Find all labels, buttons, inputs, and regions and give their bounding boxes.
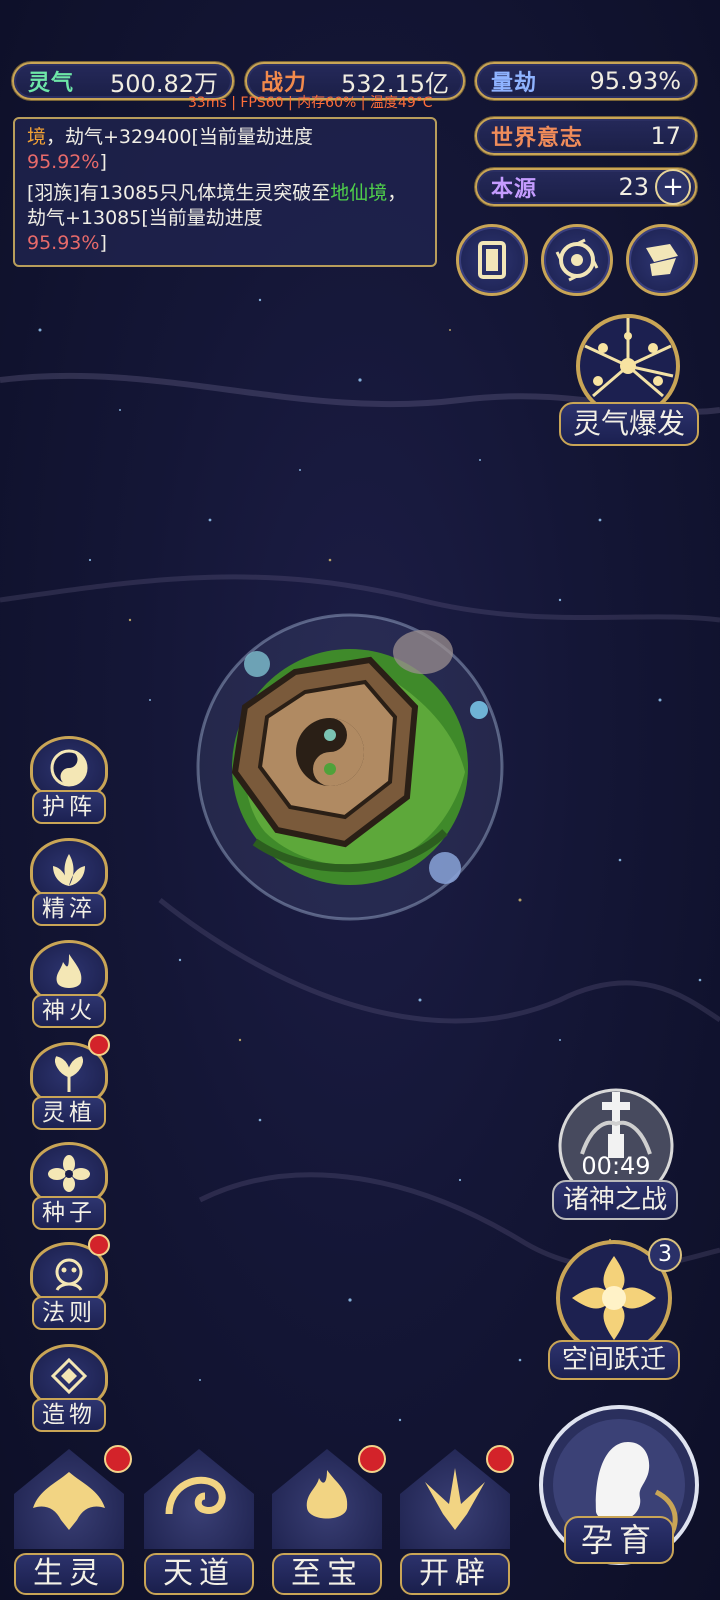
fps-overlay: 33ms | FPS60 | 内存60% | 温度49°C xyxy=(188,95,433,111)
bottom-label: 至宝 xyxy=(272,1553,382,1595)
portal-button[interactable] xyxy=(541,224,613,296)
burst-icon xyxy=(576,314,680,410)
notification-dot xyxy=(486,1445,514,1473)
shijie-pill[interactable]: 世界意志 17 xyxy=(475,117,697,155)
bottom-tian-dao[interactable]: 天道 xyxy=(140,1445,258,1595)
event-log: 境，劫气+329400[当前量劫进度 95.92%] [羽族]有13085只凡体… xyxy=(13,117,437,267)
menu-jing-cui[interactable]: 精淬 xyxy=(24,838,114,930)
lingqi-burst-label[interactable]: 灵气爆发 xyxy=(559,402,699,446)
liangjie-label: 量劫 xyxy=(491,71,538,96)
liangjie-value: 95.93% xyxy=(589,67,681,95)
battle-label: 诸神之战 xyxy=(552,1180,678,1220)
incubate-label: 孕育 xyxy=(564,1516,674,1564)
world-planet[interactable] xyxy=(195,612,505,922)
bottom-label: 生灵 xyxy=(14,1553,124,1595)
flag-button[interactable] xyxy=(626,224,698,296)
bottom-kai-pi[interactable]: 开辟 xyxy=(396,1445,514,1595)
add-benyuan-button[interactable]: + xyxy=(655,169,691,205)
leap-label: 空间跃迁 xyxy=(548,1340,680,1380)
menu-label: 种子 xyxy=(32,1196,106,1230)
battle-timer: 00:49 xyxy=(581,1152,651,1180)
notification-dot xyxy=(88,1234,110,1256)
notification-dot xyxy=(88,1034,110,1056)
portal-icon xyxy=(555,238,599,282)
leap-badge: 3 xyxy=(648,1238,682,1272)
log-entry: 境，劫气+329400[当前量劫进度 95.92%] xyxy=(27,126,313,173)
menu-fa-ze[interactable]: 法则 xyxy=(24,1234,114,1334)
notification-dot xyxy=(358,1445,386,1473)
bottom-zhi-bao[interactable]: 至宝 xyxy=(268,1445,386,1595)
menu-label: 法则 xyxy=(32,1296,106,1330)
shijie-label: 世界意志 xyxy=(491,126,584,151)
menu-label: 灵植 xyxy=(32,1096,106,1130)
incubate-button[interactable]: 孕育 xyxy=(536,1402,702,1568)
bottom-label: 天道 xyxy=(144,1553,254,1595)
menu-hu-zhen[interactable]: 护阵 xyxy=(24,736,114,828)
menu-label: 护阵 xyxy=(32,790,106,824)
benyuan-value: 23 xyxy=(618,173,649,201)
menu-zhong-zi[interactable]: 种子 xyxy=(24,1142,114,1234)
log-entry: [羽族]有13085只凡体境生灵突破至地仙境，劫气+13085[当前量劫进度 9… xyxy=(27,182,407,254)
liangjie-pill[interactable]: 量劫 95.93% xyxy=(475,62,697,100)
benyuan-label: 本源 xyxy=(491,177,538,202)
menu-label: 精淬 xyxy=(32,892,106,926)
menu-zao-wu[interactable]: 造物 xyxy=(24,1344,114,1436)
lingqi-burst-button[interactable] xyxy=(563,306,693,410)
card-button[interactable] xyxy=(456,224,528,296)
shijie-value: 17 xyxy=(650,122,681,150)
menu-shen-huo[interactable]: 神火 xyxy=(24,940,114,1032)
bottom-label: 开辟 xyxy=(400,1553,510,1595)
menu-label: 造物 xyxy=(32,1398,106,1432)
bottom-sheng-ling[interactable]: 生灵 xyxy=(10,1445,132,1595)
space-leap-button[interactable]: 3 空间跃迁 xyxy=(548,1236,682,1382)
menu-label: 神火 xyxy=(32,994,106,1028)
plus-icon: + xyxy=(662,172,684,202)
flag-icon xyxy=(646,244,678,276)
swirl-wave-icon xyxy=(144,1449,254,1549)
lingqi-label: 灵气 xyxy=(28,71,75,96)
notification-dot xyxy=(104,1445,132,1473)
benyuan-pill: 本源 23 + xyxy=(475,168,697,206)
menu-ling-zhi[interactable]: 灵植 xyxy=(24,1034,114,1134)
battle-of-gods-button[interactable]: 00:49 诸神之战 xyxy=(552,1084,680,1220)
card-icon xyxy=(478,241,506,279)
